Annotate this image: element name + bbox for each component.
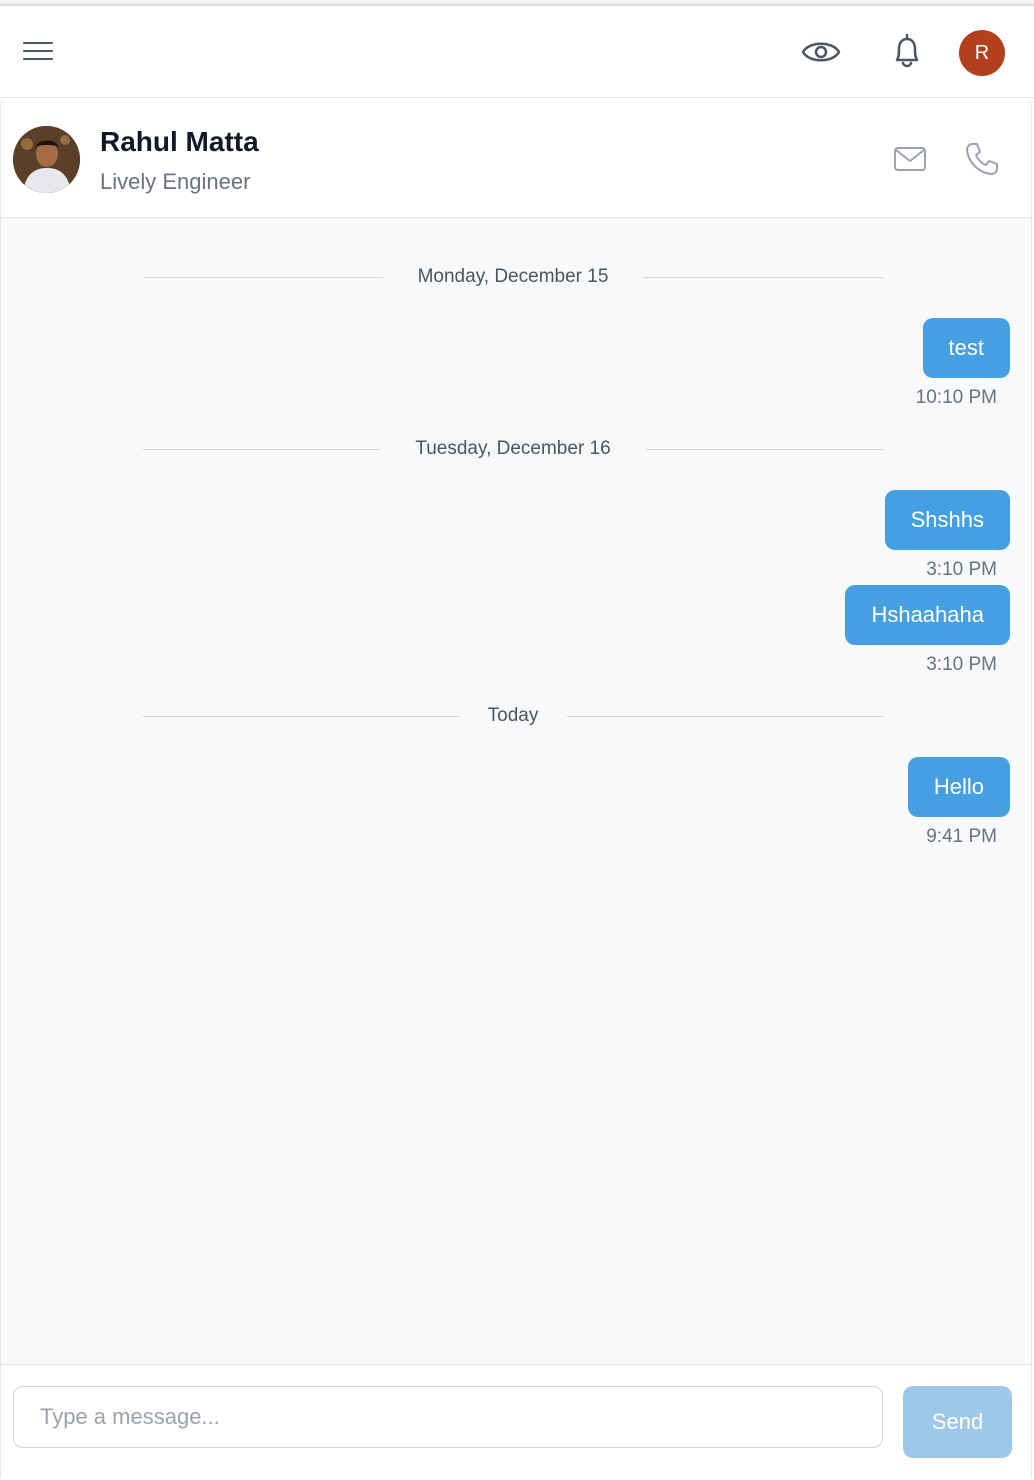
date-separator: Monday, December 15 bbox=[143, 263, 883, 293]
message-time: 3:10 PM bbox=[926, 559, 997, 580]
phone-icon[interactable] bbox=[963, 140, 1001, 178]
chat-header: Rahul Matta Lively Engineer bbox=[1, 98, 1031, 218]
message-bubble[interactable]: test bbox=[922, 318, 1010, 378]
contact-avatar bbox=[13, 126, 80, 193]
message-input[interactable] bbox=[13, 1386, 883, 1448]
date-label: Monday, December 15 bbox=[397, 266, 629, 287]
menu-icon[interactable] bbox=[20, 36, 56, 66]
message-time: 9:41 PM bbox=[926, 826, 997, 847]
date-label: Today bbox=[467, 705, 559, 726]
message-composer: Send bbox=[1, 1364, 1031, 1478]
message-bubble[interactable]: Hello bbox=[907, 757, 1010, 817]
send-button[interactable]: Send bbox=[903, 1386, 1012, 1458]
message-time: 3:10 PM bbox=[926, 654, 997, 675]
user-avatar[interactable]: R bbox=[959, 30, 1005, 76]
date-label: Tuesday, December 16 bbox=[395, 438, 631, 459]
eye-icon[interactable] bbox=[800, 34, 842, 70]
date-separator: Tuesday, December 16 bbox=[143, 435, 883, 465]
top-navbar: R bbox=[0, 6, 1034, 98]
message-bubble[interactable]: Hshaahaha bbox=[845, 585, 1010, 645]
message-time: 10:10 PM bbox=[915, 387, 997, 408]
contact-name: Rahul Matta bbox=[100, 126, 259, 157]
date-separator: Today bbox=[143, 702, 883, 732]
message-bubble[interactable]: Shshhs bbox=[884, 490, 1010, 550]
mail-icon[interactable] bbox=[891, 142, 929, 176]
bell-icon[interactable] bbox=[888, 32, 926, 72]
contact-title: Lively Engineer bbox=[100, 169, 251, 194]
chat-panel: Rahul Matta Lively Engineer Monday, Dece… bbox=[0, 98, 1032, 1478]
